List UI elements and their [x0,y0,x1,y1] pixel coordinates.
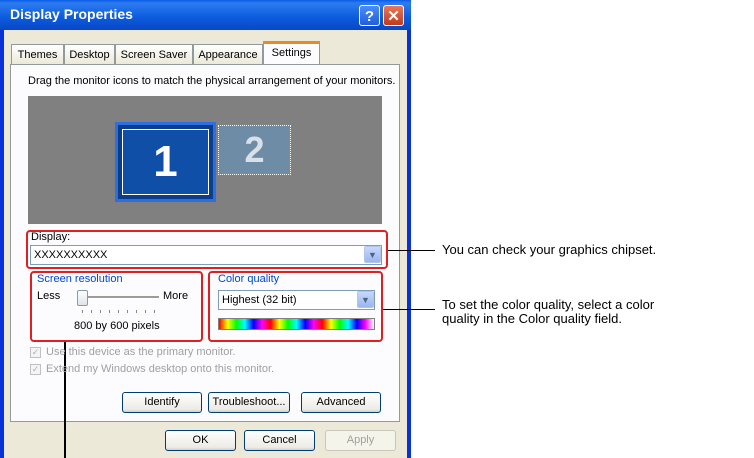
color-quality-select[interactable]: Highest (32 bit) [218,290,375,310]
slider-tick [136,310,137,313]
color-note-line1: To set the color quality, select a color [442,297,655,312]
advanced-button[interactable]: Advanced [301,392,381,413]
resolution-less-label: Less [37,290,61,302]
color-spectrum-bar [218,318,375,330]
tab-appearance[interactable]: Appearance [193,44,263,64]
slider-tick [91,310,92,313]
slider-tick [100,310,101,313]
display-highlight-box [26,230,388,269]
resolution-value: 800 by 600 pixels [74,320,160,332]
slider-tick [145,310,146,313]
extend-desktop-label: Extend my Windows desktop onto this moni… [46,363,275,375]
instruction-text: Drag the monitor icons to match the phys… [28,75,396,87]
apply-button[interactable]: Apply [325,430,396,451]
monitor-1-number: 1 [153,137,178,186]
color-note-line2: quality in the Color quality field. [442,311,622,326]
identify-button[interactable]: Identify [122,392,202,413]
slider-tick [109,310,110,313]
slider-tick [127,310,128,313]
slider-tick [118,310,119,313]
cancel-button[interactable]: Cancel [244,430,315,451]
extend-desktop-checkbox[interactable]: ✓ [30,364,41,375]
resolution-slider-track[interactable] [81,296,159,299]
troubleshoot-button[interactable]: Troubleshoot... [208,392,290,413]
slider-tick [154,310,155,313]
color-quality-select-value: Highest (32 bit) [222,294,297,306]
tab-screen-saver[interactable]: Screen Saver [115,44,193,64]
resolution-callout-line [64,342,66,458]
display-callout-line [388,250,435,251]
tab-themes[interactable]: Themes [11,44,64,64]
window-title: Display Properties [10,6,133,22]
primary-monitor-checkbox[interactable]: ✓ [30,347,41,358]
display-note: You can check your graphics chipset. [442,242,657,257]
resolution-slider-thumb[interactable] [77,290,88,306]
slider-tick [82,310,83,313]
help-button[interactable]: ? [359,5,380,26]
screen-resolution-label: Screen resolution [37,273,123,285]
color-callout-line [383,309,435,310]
tab-settings[interactable]: Settings [263,41,320,65]
primary-monitor-label: Use this device as the primary monitor. [46,346,236,358]
tab-desktop[interactable]: Desktop [64,44,115,64]
color-quality-label: Color quality [218,273,280,285]
close-button[interactable]: ✕ [383,5,404,26]
monitor-2-number: 2 [244,129,265,170]
chevron-down-icon[interactable]: ▼ [357,291,374,308]
ok-button[interactable]: OK [165,430,236,451]
resolution-more-label: More [163,290,189,302]
